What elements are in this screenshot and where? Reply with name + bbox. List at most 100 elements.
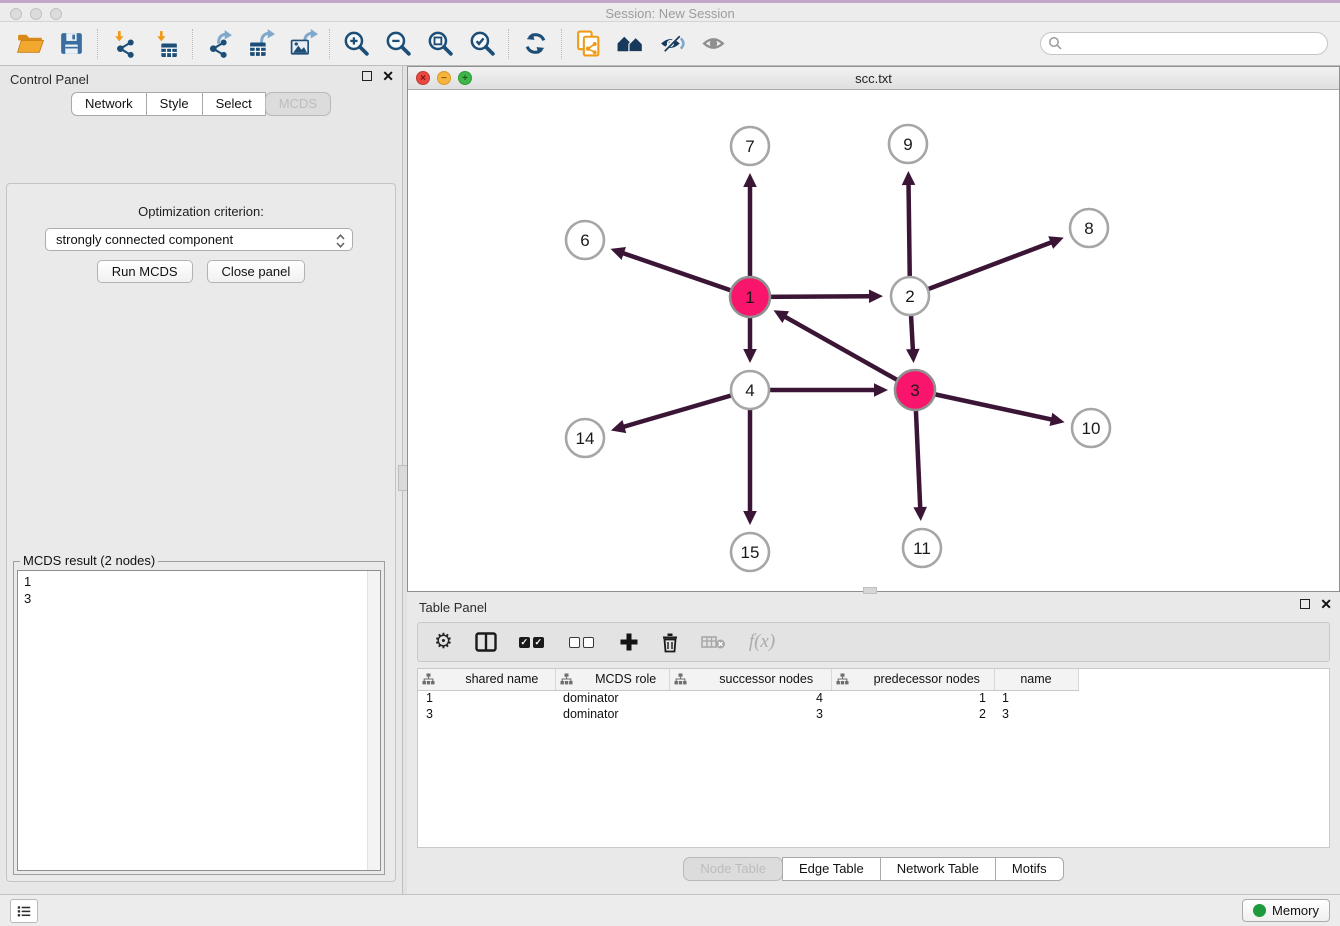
close-table-panel-icon[interactable]: ✕ [1320,599,1332,609]
table-row[interactable]: 1dominator411 [418,690,1329,706]
show-columns-button[interactable] [475,632,497,652]
hide-panels-button[interactable] [651,25,693,63]
graph-node-6[interactable]: 6 [566,221,604,259]
tab-mcds[interactable]: MCDS [265,92,331,116]
zoom-fit-button[interactable] [419,25,461,63]
table-settings-button[interactable]: ⚙ [434,632,453,652]
toolbar-separator [508,29,509,59]
control-panel-tabs: NetworkStyleSelectMCDS [0,92,402,116]
table-cell[interactable]: 1 [831,690,994,706]
new-network-from-selection-button[interactable] [567,25,609,63]
import-network-button[interactable] [103,25,145,63]
graph-node-10[interactable]: 10 [1072,409,1110,447]
list-icon [17,903,31,919]
float-panel-icon[interactable] [362,71,372,81]
column-header-predecessor-nodes[interactable]: predecessor nodes [831,669,994,690]
network-minimize-button[interactable]: − [437,71,451,85]
memory-button[interactable]: Memory [1242,899,1330,922]
zoom-in-button[interactable] [335,25,377,63]
horizontal-splitter-grip[interactable] [863,587,877,594]
graph-node-15[interactable]: 15 [731,533,769,571]
home-networks-button[interactable] [609,25,651,63]
toolbar-separator [329,29,330,59]
table-cell[interactable]: 3 [669,706,831,722]
graph-edge-arrowhead [611,420,626,433]
graph-node-3[interactable]: 3 [895,370,935,410]
graph-node-4[interactable]: 4 [731,371,769,409]
tab-style[interactable]: Style [146,92,203,116]
checked-box-icon: ✓ [533,637,544,648]
hierarchy-icon [560,673,573,685]
column-header-shared-name[interactable]: shared name [418,669,555,690]
graph-node-14[interactable]: 14 [566,419,604,457]
column-header-successor-nodes[interactable]: successor nodes [669,669,831,690]
tab-node-table[interactable]: Node Table [683,857,783,881]
tab-network[interactable]: Network [71,92,147,116]
network-maximize-button[interactable]: + [458,71,472,85]
table-cell[interactable]: 3 [418,706,555,722]
close-panel-icon[interactable]: ✕ [382,71,394,81]
tab-motifs[interactable]: Motifs [995,857,1064,881]
run-mcds-button[interactable]: Run MCDS [97,260,193,283]
criterion-select-value: strongly connected component [56,232,233,247]
delete-rows-button[interactable] [661,632,679,653]
column-header-name[interactable]: name [994,669,1078,690]
graph-edge-3-1[interactable] [784,316,915,390]
table-cell[interactable]: 1 [418,690,555,706]
hierarchy-icon [422,673,435,685]
show-panels-button[interactable] [693,25,735,63]
export-image-button[interactable] [282,25,324,63]
task-history-button[interactable] [10,899,38,923]
table-row[interactable]: 3dominator323 [418,706,1329,722]
import-table-button[interactable] [145,25,187,63]
open-session-button[interactable] [8,25,50,63]
zoom-out-button[interactable] [377,25,419,63]
export-table-button[interactable] [240,25,282,63]
select-all-button[interactable]: ✓✓ [519,637,547,648]
graph-node-9[interactable]: 9 [889,125,927,163]
table-cell[interactable]: 1 [994,690,1078,706]
float-table-panel-icon[interactable] [1300,599,1310,609]
criterion-select[interactable]: strongly connected component [45,228,353,251]
hierarchy-icon [836,673,849,685]
close-panel-button[interactable]: Close panel [207,260,306,283]
refresh-button[interactable] [514,25,556,63]
tab-select[interactable]: Select [202,92,266,116]
graph-edge-2-8[interactable] [910,242,1053,296]
graph-node-2[interactable]: 2 [891,277,929,315]
table-cell[interactable]: dominator [555,706,669,722]
tab-network-table[interactable]: Network Table [880,857,996,881]
network-close-button[interactable]: × [416,71,430,85]
graph-node-7[interactable]: 7 [731,127,769,165]
search-input[interactable] [1040,32,1328,55]
table-cell[interactable]: 4 [669,690,831,706]
deselect-all-button[interactable] [569,637,597,648]
graph-node-label: 10 [1082,419,1101,438]
add-row-button[interactable] [619,632,639,652]
export-network-icon [205,29,234,58]
graph-node-8[interactable]: 8 [1070,209,1108,247]
graph-edge-arrowhead [874,383,888,397]
export-network-button[interactable] [198,25,240,63]
tab-edge-table[interactable]: Edge Table [782,857,881,881]
graph-node-11[interactable]: 11 [903,529,941,567]
mcds-result-item[interactable]: 1 [24,573,380,590]
export-image-icon [289,29,318,58]
unchecked-box-icon [583,637,594,648]
table-cell[interactable]: 2 [831,706,994,722]
network-canvas[interactable]: 7 9 6 8 1 2 4 3 14 10 15 11 [408,90,1339,591]
checked-box-icon: ✓ [519,637,530,648]
table-cell[interactable]: 3 [994,706,1078,722]
graph-node-1[interactable]: 1 [730,277,770,317]
zoom-selected-button[interactable] [461,25,503,63]
result-scrollbar[interactable] [367,571,380,870]
column-header-MCDS-role[interactable]: MCDS role [555,669,669,690]
save-session-button[interactable] [50,25,92,63]
function-builder-button[interactable]: f(x) [749,631,775,653]
table-cell[interactable]: dominator [555,690,669,706]
mcds-result-list[interactable]: 13 [17,570,381,871]
columns-icon [475,632,497,652]
hierarchy-icon [674,673,687,685]
mcds-result-item[interactable]: 3 [24,590,380,607]
delete-column-button[interactable] [701,633,727,651]
